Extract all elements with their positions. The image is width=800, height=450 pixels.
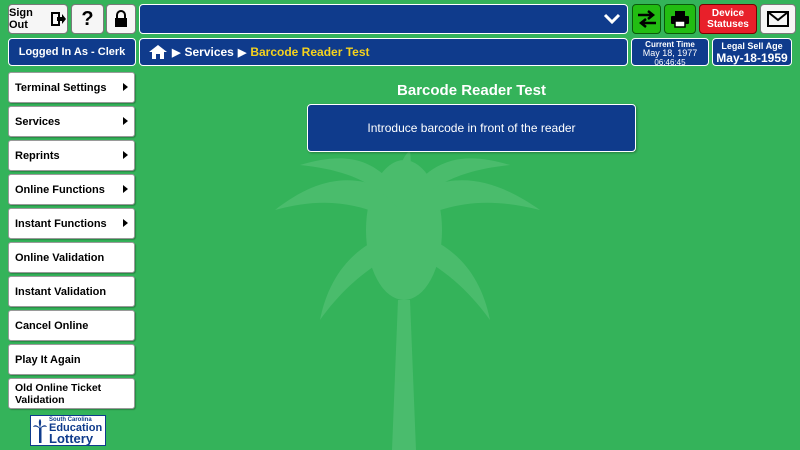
sidebar-item-label: Online Validation bbox=[15, 251, 105, 264]
sidebar-item-label: Instant Functions bbox=[15, 217, 107, 230]
caret-right-icon bbox=[123, 185, 128, 193]
sidebar-item-instant-functions[interactable]: Instant Functions bbox=[8, 208, 135, 239]
current-date-value: May 18, 1977 bbox=[642, 48, 698, 58]
logged-in-label: Logged In As - Clerk bbox=[18, 46, 126, 58]
home-icon[interactable] bbox=[148, 44, 168, 60]
caret-right-icon bbox=[123, 83, 128, 91]
caret-right-icon bbox=[123, 117, 128, 125]
lock-button[interactable] bbox=[106, 4, 136, 34]
logo-line-lottery: Lottery bbox=[49, 431, 94, 446]
sidebar-item-label: Instant Validation bbox=[15, 285, 107, 298]
legal-sell-age-panel: Legal Sell Age May-18-1959 bbox=[712, 38, 792, 66]
sidebar-item-online-functions[interactable]: Online Functions bbox=[8, 174, 135, 205]
sidebar-item-instant-validation[interactable]: Instant Validation bbox=[8, 276, 135, 307]
device-statuses-button[interactable]: Device Statuses bbox=[699, 4, 757, 34]
help-button[interactable]: ? bbox=[71, 4, 104, 34]
envelope-icon bbox=[767, 11, 789, 27]
sidebar-item-services[interactable]: Services bbox=[8, 106, 135, 137]
sidebar-item-cancel-online[interactable]: Cancel Online bbox=[8, 310, 135, 341]
messages-button[interactable] bbox=[760, 4, 796, 34]
print-button[interactable] bbox=[664, 4, 696, 34]
printer-icon bbox=[670, 10, 690, 28]
logged-in-status: Logged In As - Clerk bbox=[8, 38, 136, 66]
sidebar-item-label: Services bbox=[15, 115, 61, 128]
sidebar-item-label: Play It Again bbox=[15, 353, 81, 366]
current-clock-value: 06:46:45 bbox=[654, 58, 686, 67]
swap-arrows-icon bbox=[636, 10, 658, 28]
sidebar-item-label: Cancel Online bbox=[15, 319, 89, 332]
legal-age-value: May-18-1959 bbox=[716, 51, 788, 65]
sidebar-item-label: Reprints bbox=[15, 149, 60, 162]
caret-right-icon bbox=[123, 151, 128, 159]
breadcrumb-item-services[interactable]: Services bbox=[184, 45, 233, 59]
barcode-instruction-text: Introduce barcode in front of the reader bbox=[367, 121, 576, 135]
transfer-button[interactable] bbox=[632, 4, 661, 34]
sidebar-item-play-it-again[interactable]: Play It Again bbox=[8, 344, 135, 375]
sidebar-item-label: Old Online Ticket Validation bbox=[15, 381, 102, 406]
sidebar-item-reprints[interactable]: Reprints bbox=[8, 140, 135, 171]
caret-right-icon bbox=[123, 219, 128, 227]
sidebar-item-online-validation[interactable]: Online Validation bbox=[8, 242, 135, 273]
breadcrumb-separator-icon: ▶ bbox=[237, 46, 247, 59]
lock-icon bbox=[113, 10, 129, 28]
help-label: ? bbox=[81, 7, 94, 30]
legal-age-label: Legal Sell Age bbox=[721, 41, 783, 51]
sign-out-button[interactable]: Sign Out bbox=[8, 4, 68, 34]
sidebar-item-terminal-settings[interactable]: Terminal Settings bbox=[8, 72, 135, 103]
sign-out-label: Sign Out bbox=[9, 7, 33, 31]
chevron-down-icon bbox=[603, 12, 621, 26]
sidebar-item-label: Online Functions bbox=[15, 183, 105, 196]
breadcrumb-separator-icon: ▶ bbox=[172, 46, 181, 59]
barcode-instruction-panel: Introduce barcode in front of the reader bbox=[307, 104, 636, 152]
palmetto-logo-icon bbox=[33, 419, 47, 443]
page-title: Barcode Reader Test bbox=[397, 82, 546, 99]
education-lottery-logo: South Carolina Education Lottery bbox=[30, 415, 106, 446]
sidebar-item-old-online-ticket-validation[interactable]: Old Online Ticket Validation bbox=[8, 378, 135, 409]
device-statuses-label: Device Statuses bbox=[707, 8, 749, 30]
exit-arrow-icon bbox=[51, 12, 67, 26]
current-time-panel: Current Time May 18, 1977 06:46:45 bbox=[631, 38, 709, 67]
breadcrumb-item-current: Barcode Reader Test bbox=[250, 45, 370, 59]
selection-dropdown[interactable] bbox=[139, 4, 628, 34]
breadcrumb: ▶ Services ▶ Barcode Reader Test bbox=[139, 38, 628, 66]
sidebar-item-label: Terminal Settings bbox=[15, 81, 107, 94]
